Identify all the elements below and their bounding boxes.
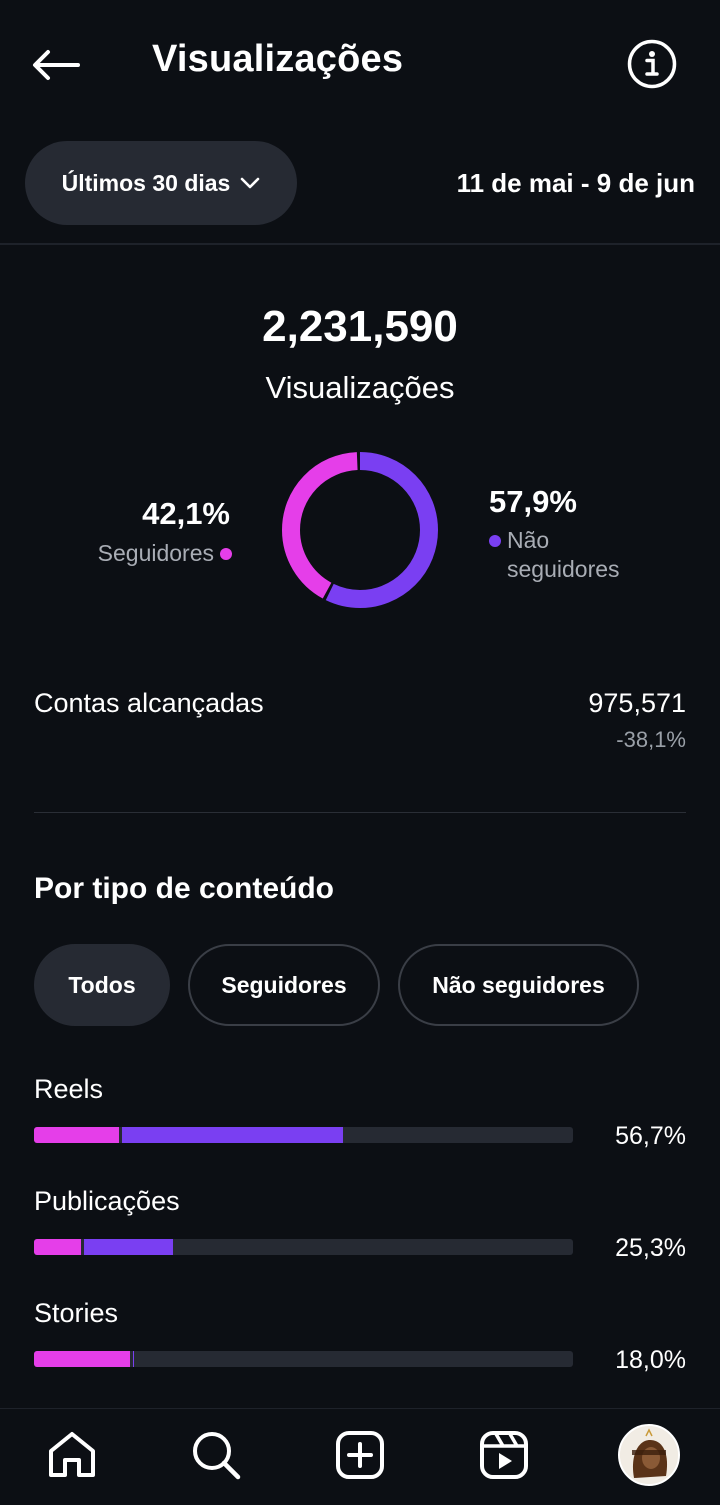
nav-divider: [0, 1408, 720, 1409]
period-selector-label: Últimos 30 dias: [61, 169, 231, 196]
followers-legend-label: Seguidores: [97, 540, 214, 566]
arrow-left-icon: [33, 50, 80, 80]
views-donut-chart: [282, 452, 438, 608]
non-followers-label-line1: Não: [507, 527, 550, 553]
divider: [0, 243, 720, 245]
followers-dot: [220, 547, 232, 560]
followers-legend: Seguidores: [98, 540, 232, 567]
content-row-pct: 56,7%: [615, 1122, 686, 1150]
non-followers-legend: Não seguidores: [489, 526, 620, 584]
content-type-title: Por tipo de conteúdo: [34, 872, 334, 905]
total-views-value: 2,231,590: [262, 302, 458, 351]
content-row-pct: 25,3%: [615, 1234, 686, 1262]
followers-segment: [34, 1127, 120, 1143]
content-bar: [34, 1239, 573, 1255]
profile-avatar[interactable]: [618, 1424, 680, 1486]
reached-accounts-value: 975,571: [588, 688, 686, 718]
back-button[interactable]: [30, 40, 90, 90]
home-icon: [49, 1432, 95, 1477]
info-button[interactable]: [626, 38, 678, 90]
reels-icon: [480, 1431, 528, 1479]
non-followers-segment: [84, 1239, 174, 1255]
non-followers-label-line2: seguidores: [507, 556, 620, 582]
content-bar: [34, 1127, 573, 1143]
non-followers-segment: [132, 1351, 134, 1367]
avatar-image: [620, 1426, 678, 1484]
total-views-label: Visualizações: [265, 370, 455, 405]
content-row-pct: 18,0%: [615, 1346, 686, 1374]
content-row-label: Publicações: [34, 1186, 180, 1216]
filter-followers[interactable]: Seguidores: [188, 944, 380, 1026]
date-range: 11 de mai - 9 de jun: [456, 168, 695, 198]
reached-accounts-change: -38,1%: [616, 727, 686, 752]
nav-create[interactable]: [333, 1428, 387, 1482]
non-followers-legend-label: Não seguidores: [507, 526, 620, 584]
reached-accounts-label: Contas alcançadas: [34, 688, 264, 718]
filter-all[interactable]: Todos: [34, 944, 170, 1026]
non-followers-percentage: 57,9%: [489, 484, 577, 519]
followers-segment: [34, 1351, 130, 1367]
non-followers-segment: [122, 1127, 343, 1143]
chevron-down-icon: [241, 177, 260, 189]
content-row-label: Reels: [34, 1074, 104, 1104]
period-selector[interactable]: Últimos 30 dias: [25, 141, 297, 225]
create-icon: [336, 1431, 384, 1479]
nav-reels[interactable]: [477, 1428, 531, 1482]
filter-non-followers[interactable]: Não seguidores: [398, 944, 639, 1026]
search-icon: [193, 1432, 241, 1480]
nav-search[interactable]: [189, 1428, 243, 1482]
info-icon: [627, 39, 677, 89]
non-followers-dot: [489, 535, 501, 547]
content-row-label: Stories: [34, 1298, 119, 1328]
followers-segment: [34, 1239, 82, 1255]
page-title: Visualizações: [152, 38, 404, 80]
nav-home[interactable]: [45, 1428, 99, 1482]
content-bar: [34, 1351, 573, 1367]
followers-percentage: 42,1%: [142, 496, 230, 531]
divider: [34, 812, 686, 813]
